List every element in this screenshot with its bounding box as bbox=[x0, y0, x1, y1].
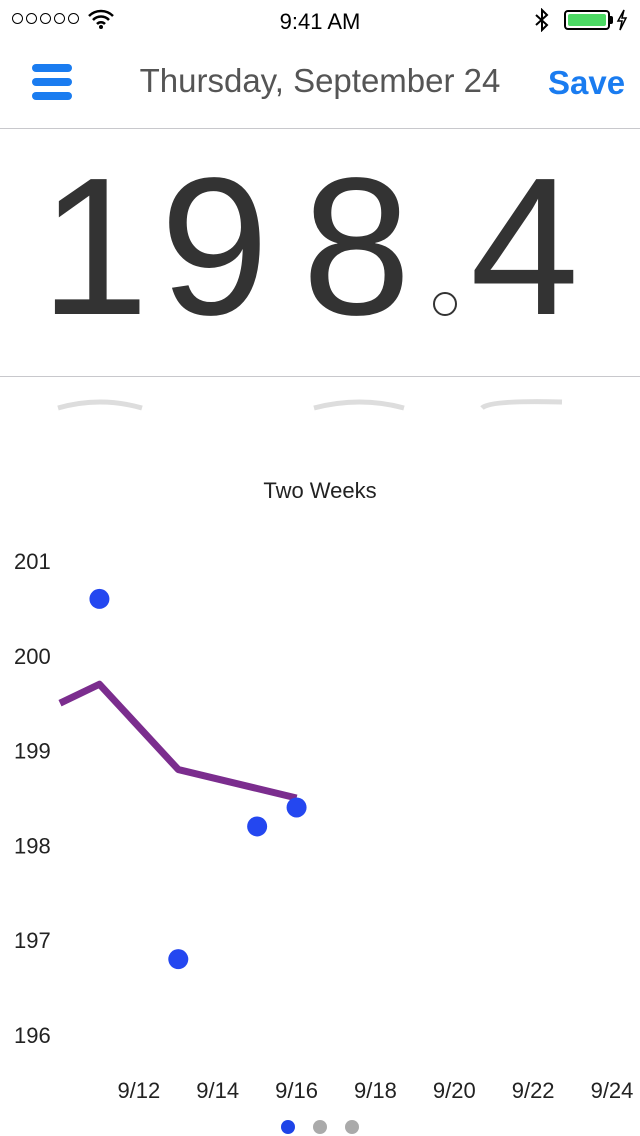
weight-chart: 196 197 198 199 200 201 9/12 9/14 9/16 9/18 9/20 9/… bbox=[14, 549, 634, 1103]
weight-data-point bbox=[168, 949, 189, 970]
y-tick-label: 201 bbox=[14, 549, 51, 574]
x-tick-label: 9/12 bbox=[117, 1078, 160, 1103]
trend-line bbox=[58, 680, 298, 802]
date-title: Thursday, September 24 bbox=[139, 62, 501, 99]
weight-data-point bbox=[89, 588, 110, 609]
decimal-point bbox=[433, 292, 457, 316]
y-tick-label: 197 bbox=[14, 928, 51, 953]
battery-level bbox=[568, 14, 606, 26]
weight-digit-tens[interactable]: 9 bbox=[160, 149, 269, 345]
hamburger-menu-icon[interactable] bbox=[32, 64, 72, 100]
page-dot[interactable] bbox=[281, 1120, 295, 1134]
battery-tip bbox=[610, 16, 613, 24]
x-tick-label: 9/18 bbox=[354, 1078, 397, 1103]
status-bar: 9:41 AM bbox=[0, 0, 640, 40]
weight-picker[interactable]: 1 9 8 4 bbox=[0, 129, 640, 377]
charging-bolt-icon bbox=[616, 9, 628, 31]
weight-digit-hundreds[interactable]: 1 bbox=[40, 149, 149, 345]
chart-title: Two Weeks bbox=[263, 478, 377, 503]
y-tick-label: 200 bbox=[14, 644, 51, 669]
save-button[interactable]: Save bbox=[548, 64, 625, 102]
weight-data-point bbox=[247, 816, 268, 837]
page-dot[interactable] bbox=[345, 1120, 359, 1134]
x-tick-label: 9/16 bbox=[275, 1078, 318, 1103]
weight-digit-ones[interactable]: 8 bbox=[302, 149, 411, 345]
y-tick-label: 199 bbox=[14, 739, 51, 764]
battery-icon bbox=[564, 10, 610, 30]
weight-data-point bbox=[286, 797, 307, 818]
navigation-bar: Thursday, September 24 Save bbox=[0, 40, 640, 129]
y-tick-label: 198 bbox=[14, 833, 51, 858]
y-tick-label: 196 bbox=[14, 1023, 51, 1048]
picker-wheel-shadow bbox=[57, 399, 563, 411]
x-tick-label: 9/20 bbox=[433, 1078, 476, 1103]
x-tick-label: 9/24 bbox=[591, 1078, 634, 1103]
page-indicator[interactable] bbox=[0, 1120, 640, 1134]
bluetooth-icon bbox=[535, 8, 549, 32]
page-dot[interactable] bbox=[313, 1120, 327, 1134]
weight-digit-tenths[interactable]: 4 bbox=[470, 149, 579, 345]
x-tick-label: 9/14 bbox=[196, 1078, 239, 1103]
x-tick-label: 9/22 bbox=[512, 1078, 555, 1103]
